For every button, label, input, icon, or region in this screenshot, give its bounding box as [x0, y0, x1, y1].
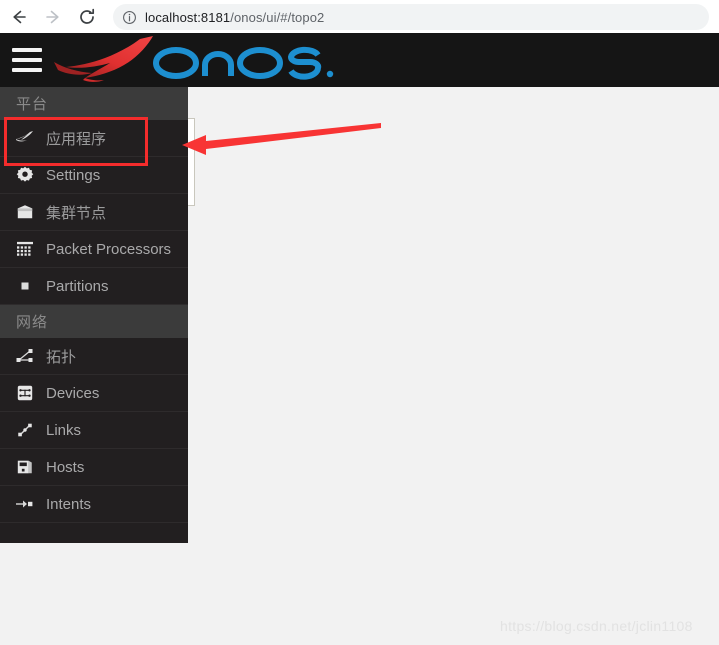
sidebar-item-label: 拓扑 [46, 348, 77, 366]
back-button[interactable] [4, 2, 34, 32]
device-icon [14, 383, 36, 403]
back-arrow-icon [13, 10, 26, 23]
bird-icon [14, 128, 36, 148]
nav-section-header-platform: 平台 [0, 87, 188, 120]
url-path: /onos/ui/#/topo2 [230, 9, 325, 25]
nav-sidebar: 平台 应用程序 Settings 集群节点 Packet Processors … [0, 87, 188, 543]
sidebar-item-partitions[interactable]: Partitions [0, 268, 188, 305]
site-info-icon[interactable] [122, 10, 137, 25]
sidebar-item-topology[interactable]: 拓扑 [0, 338, 188, 375]
link-icon [14, 420, 36, 440]
menu-toggle-icon[interactable] [12, 48, 42, 72]
sidebar-item-label: 应用程序 [46, 130, 107, 148]
page-root: localhost:8181/onos/ui/#/topo2 平台 应用程序 S… [0, 0, 719, 645]
sidebar-item-label: Packet Processors [46, 240, 172, 258]
sidebar-item-label: Intents [46, 495, 92, 513]
square-icon [14, 276, 36, 296]
forward-button[interactable] [38, 2, 68, 32]
sidebar-item-cluster-nodes[interactable]: 集群节点 [0, 194, 188, 231]
grid-icon [14, 239, 36, 259]
host-icon [14, 457, 36, 477]
reload-icon [80, 8, 95, 24]
sidebar-item-label: Links [46, 421, 82, 439]
sidebar-item-settings[interactable]: Settings [0, 157, 188, 194]
topology-icon [14, 346, 36, 366]
sidebar-item-label: Partitions [46, 277, 109, 295]
sidebar-item-label: Settings [46, 166, 101, 184]
sidebar-item-label: Hosts [46, 458, 85, 476]
onos-bird-logo-icon [54, 36, 153, 82]
url-host: localhost:8181 [145, 9, 231, 25]
nav-section-header-network: 网络 [0, 305, 188, 338]
gear-icon [14, 165, 36, 185]
forward-arrow-icon [46, 10, 59, 23]
reload-button[interactable] [72, 2, 102, 32]
watermark-text: https://blog.csdn.net/jclin1108 [500, 618, 693, 634]
browser-toolbar: localhost:8181/onos/ui/#/topo2 [0, 0, 719, 34]
flyout-panel-edge [188, 118, 195, 206]
intent-icon [14, 494, 36, 514]
onos-wordmark [153, 46, 334, 80]
sidebar-item-label: 集群节点 [46, 204, 107, 222]
sidebar-item-label: Devices [46, 384, 100, 402]
sidebar-item-intents[interactable]: Intents [0, 486, 188, 523]
sidebar-item-applications[interactable]: 应用程序 [0, 120, 188, 157]
onos-masthead: Open Network Operating System [0, 33, 719, 87]
sidebar-item-links[interactable]: Links [0, 412, 188, 449]
node-box-icon [14, 202, 36, 222]
sidebar-item-devices[interactable]: Devices [0, 375, 188, 412]
url-text: localhost:8181/onos/ui/#/topo2 [145, 10, 324, 25]
sidebar-item-hosts[interactable]: Hosts [0, 449, 188, 486]
address-bar[interactable]: localhost:8181/onos/ui/#/topo2 [113, 4, 709, 30]
sidebar-item-packet-processors[interactable]: Packet Processors [0, 231, 188, 268]
